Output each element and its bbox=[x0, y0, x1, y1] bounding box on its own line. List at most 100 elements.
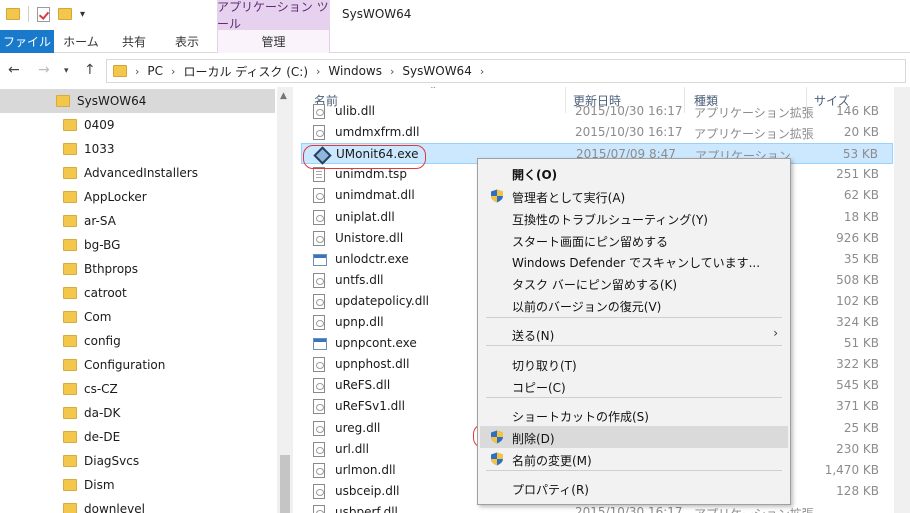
file-name: usbceip.dll bbox=[335, 483, 400, 498]
back-arrow-icon[interactable]: ← bbox=[8, 62, 20, 78]
tree-item[interactable]: catroot bbox=[0, 281, 275, 305]
tree-item-label: Com bbox=[84, 310, 112, 324]
folder-icon bbox=[63, 431, 77, 443]
file-date: 2015/10/30 16:17 bbox=[575, 104, 683, 118]
menu-separator bbox=[486, 345, 782, 346]
tree-item[interactable]: ar-SA bbox=[0, 209, 275, 233]
file-icon bbox=[313, 293, 325, 309]
file-row[interactable]: umdmxfrm.dll 2015/10/30 16:17 アプリケーション拡張 20… bbox=[301, 122, 893, 143]
file-type: アプリケーション拡張 bbox=[694, 127, 814, 142]
file-type: アプリケーション拡張 bbox=[694, 505, 814, 513]
tree-item[interactable]: AppLocker bbox=[0, 185, 275, 209]
forward-arrow-icon[interactable]: → bbox=[38, 62, 50, 78]
breadcrumb-syswow64[interactable]: SysWOW64 bbox=[402, 64, 471, 78]
file-date: 2015/10/30 16:17 bbox=[575, 504, 683, 513]
properties-check-icon[interactable] bbox=[37, 6, 50, 22]
file-type: アプリケーション拡張 bbox=[694, 106, 814, 120]
context-menu-item[interactable]: 切り取り(T) bbox=[480, 353, 788, 375]
tree-item-label: catroot bbox=[84, 286, 127, 300]
file-size: 322 KB bbox=[836, 357, 879, 372]
context-menu-item[interactable]: 以前のバージョンの復元(V) bbox=[480, 294, 788, 316]
folder-icon bbox=[63, 119, 77, 131]
up-arrow-icon[interactable]: ↑ bbox=[84, 62, 96, 78]
breadcrumb-windows[interactable]: Windows bbox=[328, 64, 382, 78]
breadcrumb-pc[interactable]: PC bbox=[147, 64, 163, 78]
tree-item[interactable]: Dism bbox=[0, 473, 275, 497]
context-menu-item[interactable]: コピー(C) bbox=[480, 375, 788, 397]
context-menu-item[interactable]: ショートカットの作成(S) bbox=[480, 404, 788, 426]
context-menu-item[interactable]: タスク バーにピン留めする(K) bbox=[480, 272, 788, 294]
tree-item[interactable]: config bbox=[0, 329, 275, 353]
chevron-right-icon[interactable]: › bbox=[480, 65, 484, 78]
context-menu-item[interactable]: 送る(N) › bbox=[480, 323, 788, 345]
tab-share[interactable]: 共有 bbox=[110, 30, 158, 53]
folder-icon bbox=[63, 311, 77, 323]
tab-home[interactable]: ホーム bbox=[57, 30, 105, 53]
file-size: 20 KB bbox=[843, 125, 879, 140]
context-menu-item[interactable]: プロパティ(R) bbox=[480, 477, 788, 499]
context-menu-item[interactable]: 管理者として実行(A) bbox=[480, 185, 788, 207]
quick-access-toolbar: ▾ bbox=[6, 6, 85, 22]
folder-icon bbox=[6, 8, 20, 20]
recent-locations-chevron-icon[interactable]: ▾ bbox=[64, 66, 69, 76]
context-menu-item[interactable]: 互換性のトラブルシューティング(Y) bbox=[480, 207, 788, 229]
uac-shield-icon bbox=[491, 452, 503, 466]
chevron-right-icon[interactable]: › bbox=[135, 65, 139, 78]
tab-manage[interactable]: 管理 bbox=[217, 30, 330, 53]
tree-item[interactable]: cs-CZ bbox=[0, 377, 275, 401]
tree-item-syswow64[interactable]: SysWOW64 bbox=[0, 89, 275, 113]
folder-icon bbox=[63, 335, 77, 347]
chevron-right-icon[interactable]: › bbox=[171, 65, 175, 78]
file-size: 146 KB bbox=[836, 104, 879, 118]
context-menu-item[interactable]: 削除(D) bbox=[480, 426, 788, 448]
tab-file[interactable]: ファイル bbox=[0, 30, 54, 53]
tree-item[interactable]: AdvancedInstallers bbox=[0, 161, 275, 185]
context-menu-item[interactable]: Windows Defender でスキャンしています... bbox=[480, 250, 788, 272]
file-size: 53 KB bbox=[842, 147, 878, 162]
tree-item[interactable]: DiagSvcs bbox=[0, 449, 275, 473]
address-bar[interactable]: › PC › ローカル ディスク (C:) › Windows › SysWOW… bbox=[106, 59, 906, 83]
scrollbar-thumb[interactable] bbox=[280, 455, 290, 513]
file-size: 51 KB bbox=[843, 336, 879, 351]
context-menu-item[interactable]: 名前の変更(M) bbox=[480, 448, 788, 470]
breadcrumb-local-disk[interactable]: ローカル ディスク (C:) bbox=[183, 63, 308, 80]
tree-item[interactable]: downlevel bbox=[0, 497, 275, 513]
tree-item[interactable]: da-DK bbox=[0, 401, 275, 425]
file-name: ureg.dll bbox=[335, 420, 381, 435]
file-name: upnp.dll bbox=[335, 315, 384, 329]
file-icon bbox=[313, 125, 325, 141]
tree-item[interactable]: Configuration bbox=[0, 353, 275, 377]
folder-icon bbox=[63, 383, 77, 395]
chevron-right-icon[interactable]: › bbox=[316, 65, 320, 78]
tab-view[interactable]: 表示 bbox=[162, 30, 212, 53]
file-name: upnphost.dll bbox=[335, 357, 410, 372]
tree-item[interactable]: Bthprops bbox=[0, 257, 275, 281]
new-folder-icon[interactable] bbox=[58, 8, 72, 20]
file-icon bbox=[313, 378, 325, 394]
customize-toolbar-dropdown-icon[interactable]: ▾ bbox=[80, 9, 85, 20]
folder-icon bbox=[63, 167, 77, 179]
context-menu-item[interactable]: 開く(O) bbox=[480, 162, 788, 184]
menu-item-label: スタート画面にピン留めする bbox=[512, 235, 669, 249]
file-size: 324 KB bbox=[836, 315, 879, 329]
tree-item[interactable]: 0409 bbox=[0, 113, 275, 137]
file-name: unimdmat.dll bbox=[335, 188, 415, 203]
context-menu-item[interactable]: スタート画面にピン留めする bbox=[480, 229, 788, 251]
chevron-right-icon[interactable]: › bbox=[390, 65, 394, 78]
file-icon bbox=[313, 399, 325, 415]
tree-item[interactable]: Com bbox=[0, 305, 275, 329]
file-icon bbox=[313, 230, 325, 246]
tree-item[interactable]: de-DE bbox=[0, 425, 275, 449]
scroll-up-arrow-icon[interactable]: ▲ bbox=[280, 91, 287, 101]
file-name: usbperf.dll bbox=[335, 504, 398, 513]
tree-item[interactable]: bg-BG bbox=[0, 233, 275, 257]
menu-item-label: 開く(O) bbox=[512, 168, 558, 182]
folder-icon bbox=[63, 479, 77, 491]
menu-separator bbox=[486, 397, 782, 398]
menu-item-label: 切り取り(T) bbox=[512, 359, 577, 373]
navigation-pane-scrollbar[interactable]: ▲ bbox=[277, 87, 293, 513]
file-icon bbox=[313, 504, 325, 513]
tree-item[interactable]: 1033 bbox=[0, 137, 275, 161]
file-list-scrollbar[interactable] bbox=[894, 87, 910, 513]
file-row[interactable]: ulib.dll 2015/10/30 16:17 アプリケーション拡張 146 KB bbox=[301, 101, 893, 122]
